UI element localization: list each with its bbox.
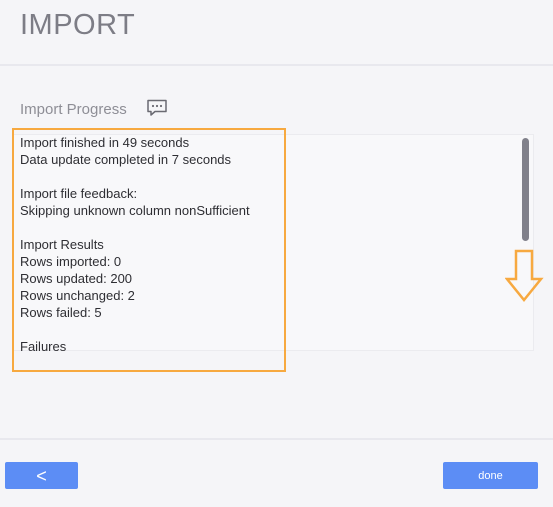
- highlight-box: [12, 128, 286, 372]
- footer-divider: [0, 438, 553, 440]
- import-page: IMPORT Import Progress Import finished i…: [0, 0, 553, 507]
- done-button[interactable]: done: [443, 462, 538, 489]
- page-header: IMPORT: [0, 0, 553, 66]
- import-progress-title: Import Progress: [20, 101, 127, 118]
- down-arrow-icon: [504, 249, 545, 303]
- back-button[interactable]: <: [5, 462, 78, 489]
- comment-icon[interactable]: [146, 99, 168, 117]
- page-title: IMPORT: [20, 9, 136, 41]
- scrollbar-thumb[interactable]: [522, 138, 529, 241]
